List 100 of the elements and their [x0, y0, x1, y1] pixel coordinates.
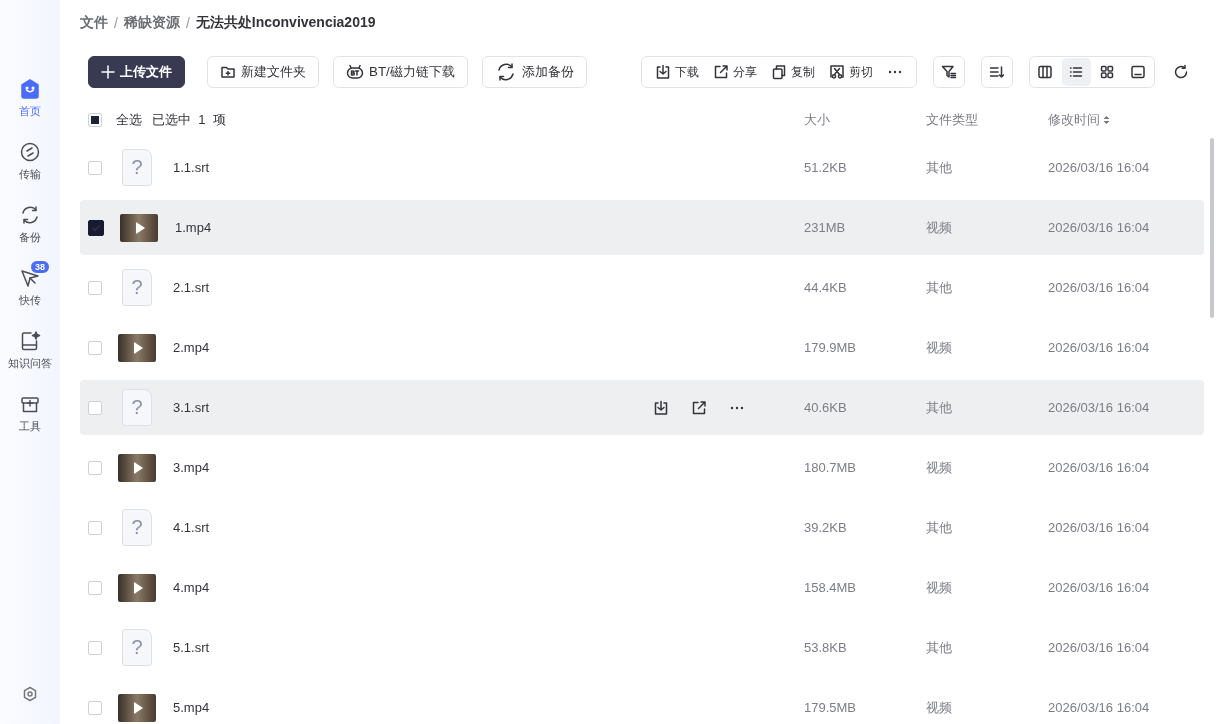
count-badge: 38: [30, 260, 50, 274]
column-header[interactable]: 修改时间: [1048, 111, 1100, 129]
sort-icon: [988, 64, 1005, 80]
sparkle-note-icon: [19, 330, 41, 352]
modified-time: 2026/03/16 16:04: [1048, 460, 1150, 475]
sidebar-item[interactable]: 知识问答: [0, 322, 62, 371]
settings-icon[interactable]: [22, 686, 38, 702]
modified-time: 2026/03/16 16:04: [1048, 580, 1150, 595]
unknown-file-icon: ?: [122, 629, 152, 666]
sidebar-item[interactable]: 传输: [9, 133, 51, 182]
video-thumbnail: [120, 213, 158, 242]
download-icon[interactable]: [653, 399, 669, 416]
sidebar-item[interactable]: 38 快传: [9, 259, 51, 308]
plus-icon: [101, 65, 115, 79]
filter-button[interactable]: [932, 56, 965, 88]
unknown-file-icon: ?: [122, 149, 152, 186]
file-row[interactable]: 1.mp4 231MB 视频 2026/03/16 16:04: [80, 200, 1204, 255]
file-size: 53.8KB: [804, 640, 847, 655]
list-view-button[interactable]: [1061, 58, 1091, 86]
copy-icon: [770, 64, 787, 80]
sidebar-item[interactable]: 工具: [9, 385, 51, 434]
file-type: 其他: [926, 638, 952, 657]
file-type: 其他: [926, 398, 952, 417]
preview-view-icon: [1130, 64, 1147, 80]
breadcrumb-separator: /: [185, 15, 190, 31]
grid-view-icon: [1099, 64, 1116, 80]
file-name[interactable]: 1.mp4: [175, 220, 655, 235]
video-thumbnail: [118, 453, 156, 482]
upload-button[interactable]: 上传文件: [88, 56, 185, 88]
cut-button[interactable]: 剪切: [823, 63, 878, 81]
breadcrumb-item: 无法共处Inconvivencia2019: [195, 14, 376, 32]
select-all-checkbox[interactable]: [88, 113, 102, 127]
file-size: 231MB: [804, 220, 846, 235]
sync-icon: [19, 204, 41, 226]
column-header[interactable]: 大小: [804, 111, 830, 129]
modified-time: 2026/03/16 16:04: [1048, 700, 1150, 715]
modified-time: 2026/03/16 16:04: [1048, 520, 1150, 535]
unknown-file-icon: ?: [122, 389, 152, 426]
sort-button[interactable]: [980, 56, 1013, 88]
file-name[interactable]: 1.1.srt: [173, 160, 653, 175]
file-size: 179.9MB: [804, 340, 857, 355]
file-size: 51.2KB: [804, 160, 847, 175]
home-icon: [19, 78, 41, 100]
folder-plus-icon: [220, 64, 236, 80]
breadcrumb-item[interactable]: 文件: [80, 14, 108, 32]
sidebar-item[interactable]: 备份: [9, 196, 51, 245]
video-thumbnail: [118, 693, 156, 722]
folder-button[interactable]: 新建文件夹: [207, 56, 319, 88]
file-type: 视频: [926, 338, 952, 357]
breadcrumb-separator: /: [114, 15, 118, 31]
file-name[interactable]: 4.1.srt: [173, 520, 653, 535]
checkbox[interactable]: [88, 219, 104, 236]
list-view-icon: [1068, 64, 1085, 80]
download-icon: [654, 64, 671, 80]
select-all-label[interactable]: 全选: [116, 111, 142, 129]
selection-count: 已选中 1 项: [152, 111, 226, 129]
file-size: 180.7MB: [804, 460, 857, 475]
scissors-icon: [828, 64, 845, 80]
file-type: 其他: [926, 518, 952, 537]
sort-caret-icon[interactable]: [1103, 115, 1110, 125]
file-size: 40.6KB: [804, 400, 847, 415]
file-type: 视频: [926, 458, 952, 477]
bt-badge-icon: [346, 64, 364, 80]
file-size: 39.2KB: [804, 520, 847, 535]
file-name[interactable]: 2.1.srt: [173, 280, 653, 295]
sidebar-item[interactable]: 首页: [9, 70, 51, 119]
file-name[interactable]: 4.mp4: [173, 580, 653, 595]
refresh-icon[interactable]: [1172, 64, 1189, 80]
modified-time: 2026/03/16 16:04: [1048, 640, 1150, 655]
column-header[interactable]: 文件类型: [926, 111, 978, 129]
modified-time: 2026/03/16 16:04: [1048, 160, 1150, 175]
share-icon: [712, 64, 729, 80]
file-name[interactable]: 3.1.srt: [173, 400, 653, 415]
modified-time: 2026/03/16 16:04: [1048, 400, 1150, 415]
file-type: 其他: [926, 278, 952, 297]
modified-time: 2026/03/16 16:04: [1048, 280, 1150, 295]
file-type: 视频: [926, 698, 952, 717]
unknown-file-icon: ?: [122, 509, 152, 546]
modified-time: 2026/03/16 16:04: [1048, 340, 1150, 355]
backup-button[interactable]: 添加备份: [481, 56, 587, 88]
file-type: 视频: [926, 218, 952, 237]
bt-button[interactable]: BT/磁力链下载: [333, 56, 468, 88]
file-name[interactable]: 2.mp4: [173, 340, 653, 355]
copy-button[interactable]: 复制: [765, 63, 820, 81]
file-name[interactable]: 5.mp4: [173, 700, 653, 715]
unknown-file-icon: ?: [122, 269, 152, 306]
download-button[interactable]: 下载: [649, 63, 704, 81]
file-name[interactable]: 5.1.srt: [173, 640, 653, 655]
file-row[interactable]: ? 3.1.srt 40.6KB 其他 2026/03/16 16:04: [80, 380, 1204, 435]
breadcrumb-item[interactable]: 稀缺资源: [123, 14, 180, 32]
file-type: 视频: [926, 578, 952, 597]
file-type: 其他: [926, 158, 952, 177]
file-name[interactable]: 3.mp4: [173, 460, 653, 475]
share-icon[interactable]: [691, 399, 707, 416]
share-button[interactable]: 分享: [707, 63, 762, 81]
filter-icon: [940, 64, 957, 80]
transfer-icon: [19, 141, 41, 163]
file-size: 158.4MB: [804, 580, 857, 595]
file-size: 44.4KB: [804, 280, 847, 295]
file-size: 179.5MB: [804, 700, 857, 715]
